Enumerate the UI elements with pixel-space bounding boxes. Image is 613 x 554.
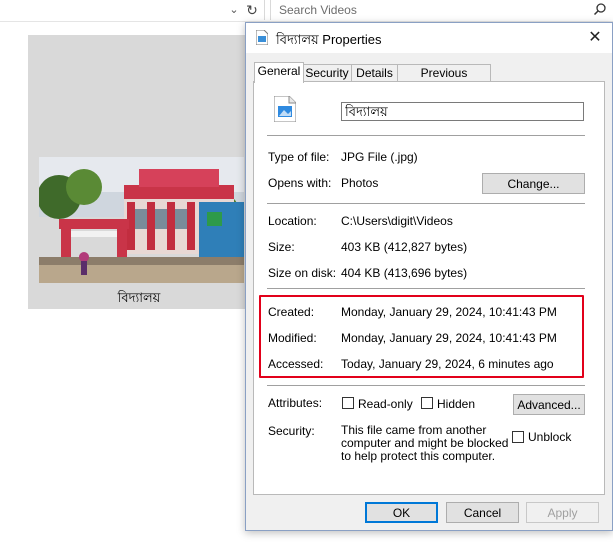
readonly-label: Read-only bbox=[358, 397, 413, 411]
tab-details[interactable]: Details bbox=[351, 64, 398, 82]
created-value: Monday, January 29, 2024, 10:41:43 PM bbox=[341, 305, 557, 319]
modified-label: Modified: bbox=[268, 331, 317, 345]
opens-with-label: Opens with: bbox=[268, 176, 332, 190]
general-panel: Type of file: JPG File (.jpg) Opens with… bbox=[253, 81, 605, 495]
location-label: Location: bbox=[268, 214, 317, 228]
hidden-checkbox[interactable] bbox=[421, 397, 433, 409]
size-value: 403 KB (412,827 bytes) bbox=[341, 240, 468, 254]
search-icon[interactable] bbox=[593, 2, 607, 16]
security-label: Security: bbox=[268, 424, 315, 438]
attributes-label: Attributes: bbox=[268, 396, 323, 410]
divider bbox=[267, 135, 585, 136]
tab-previous-versions[interactable]: Previous Versions bbox=[397, 64, 491, 97]
unblock-checkbox[interactable] bbox=[512, 431, 524, 443]
divider bbox=[267, 385, 585, 386]
opens-with-value: Photos bbox=[341, 176, 379, 190]
file-name-input[interactable] bbox=[341, 102, 584, 121]
accessed-label: Accessed: bbox=[268, 357, 324, 371]
readonly-checkbox[interactable] bbox=[342, 397, 354, 409]
hidden-label: Hidden bbox=[437, 397, 476, 411]
size-label: Size: bbox=[268, 240, 295, 254]
address-bar[interactable]: ⌄ bbox=[0, 0, 265, 20]
apply-button[interactable]: Apply bbox=[526, 502, 599, 523]
size-on-disk-value: 404 KB (413,696 bytes) bbox=[341, 266, 468, 280]
divider bbox=[267, 288, 585, 289]
close-icon[interactable]: ✕ bbox=[580, 25, 610, 51]
jpg-file-icon bbox=[274, 96, 296, 122]
advanced-button[interactable]: Advanced... bbox=[513, 394, 585, 415]
refresh-icon[interactable]: ↻ bbox=[243, 1, 261, 19]
security-message: This file came from another computer and… bbox=[341, 423, 509, 463]
location-value: C:\Users\digit\Videos bbox=[341, 214, 453, 228]
tab-security[interactable]: Security bbox=[302, 64, 352, 82]
ok-button[interactable]: OK bbox=[365, 502, 438, 523]
dialog-titlebar[interactable]: বিদ্যালয় Properties ✕ bbox=[246, 23, 612, 53]
file-tile[interactable]: বিদ্যালয় bbox=[28, 35, 250, 309]
type-label: Type of file: bbox=[268, 150, 330, 164]
properties-dialog: বিদ্যালয় Properties ✕ General Security … bbox=[245, 22, 613, 531]
explorer-toolbar: ⌄ ↻ Search Videos bbox=[0, 0, 613, 22]
unblock-label: Unblock bbox=[528, 430, 572, 444]
change-button[interactable]: Change... bbox=[482, 173, 585, 194]
dialog-title: বিদ্যালয় Properties bbox=[276, 32, 382, 47]
file-label: বিদ্যালয় bbox=[117, 290, 161, 305]
size-on-disk-label: Size on disk: bbox=[268, 266, 337, 280]
modified-value: Monday, January 29, 2024, 10:41:43 PM bbox=[341, 331, 557, 345]
accessed-value: Today, January 29, 2024, 6 minutes ago bbox=[341, 357, 554, 371]
cancel-button[interactable]: Cancel bbox=[446, 502, 519, 523]
jpg-file-icon bbox=[256, 30, 268, 45]
divider bbox=[267, 203, 585, 204]
tab-general[interactable]: General bbox=[254, 62, 304, 83]
search-input[interactable]: Search Videos bbox=[270, 0, 613, 20]
search-placeholder: Search Videos bbox=[279, 3, 357, 17]
type-value: JPG File (.jpg) bbox=[341, 150, 418, 164]
image-thumbnail bbox=[39, 157, 244, 283]
chevron-down-icon[interactable]: ⌄ bbox=[227, 2, 241, 18]
created-label: Created: bbox=[268, 305, 315, 319]
